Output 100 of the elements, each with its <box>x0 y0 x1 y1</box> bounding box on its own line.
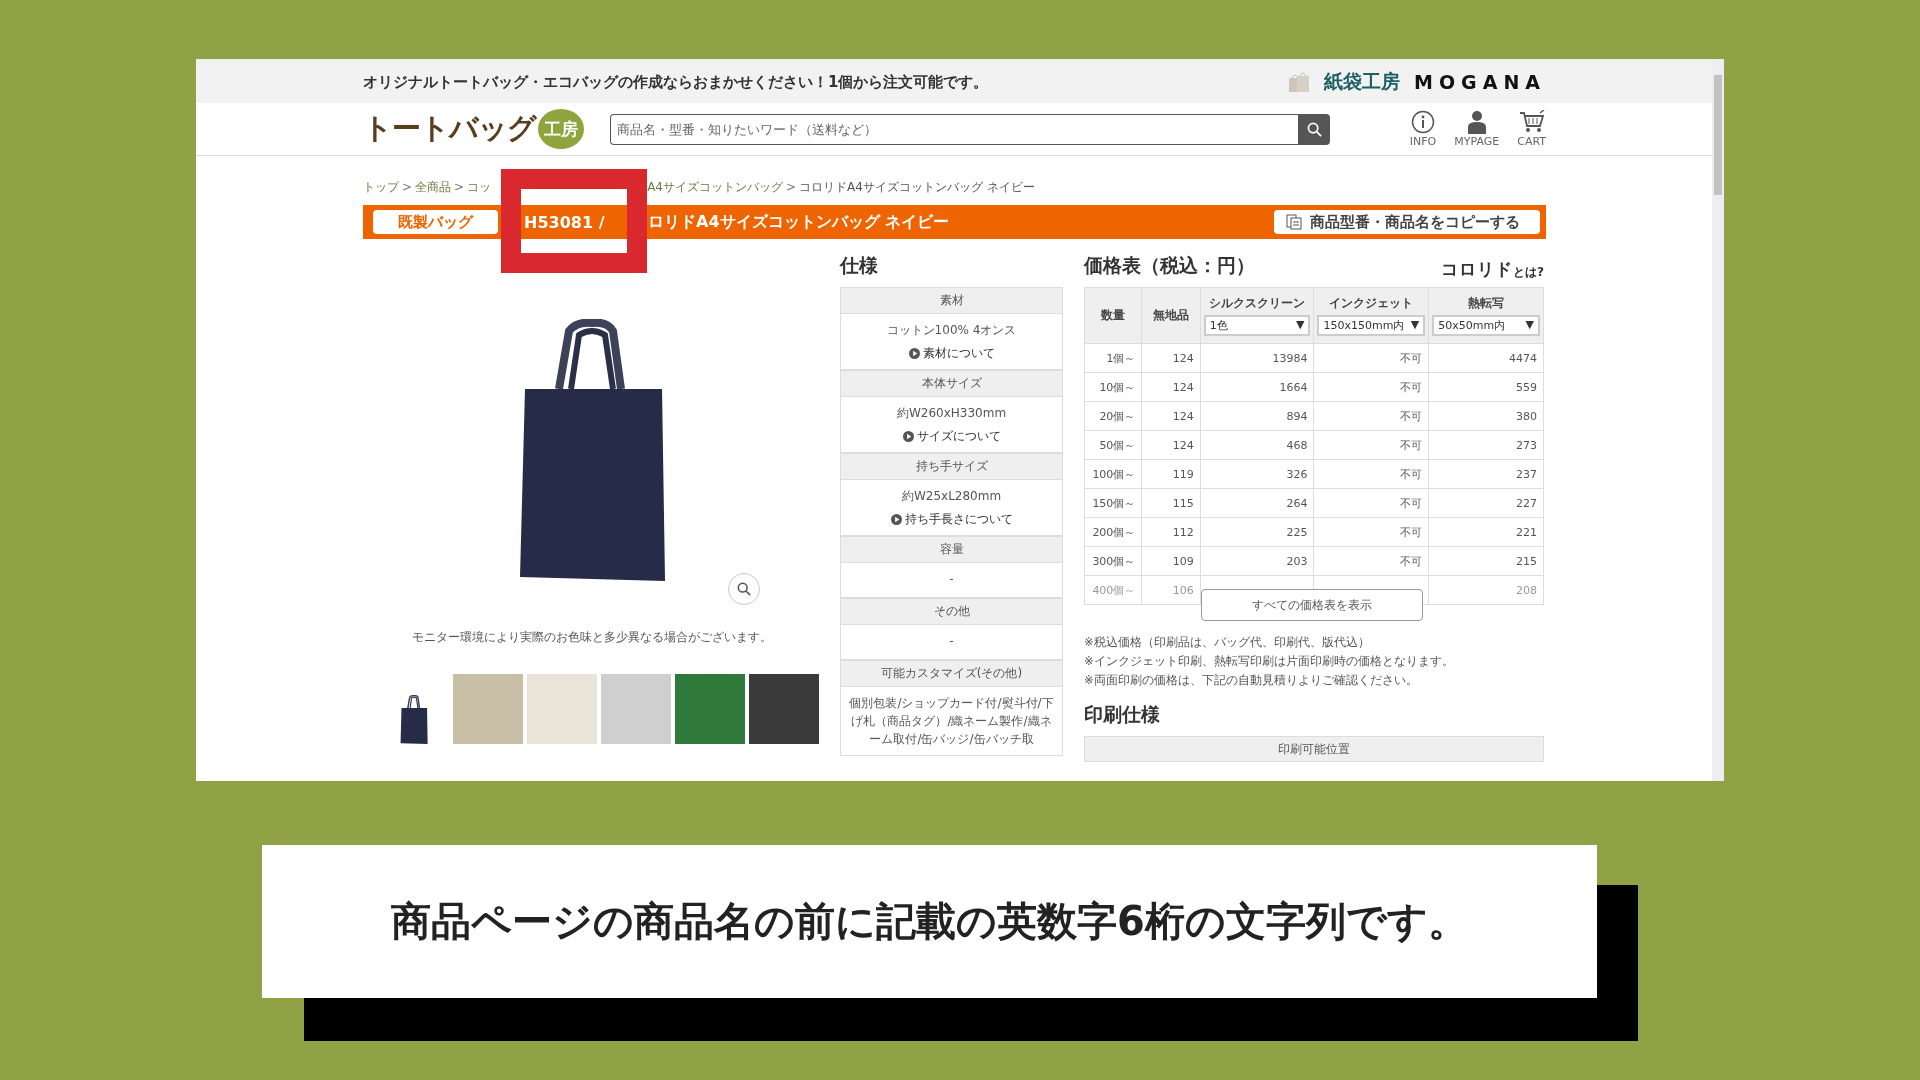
photo-placeholder[interactable] <box>674 674 745 744</box>
spec-label: 素材 <box>840 287 1063 314</box>
table-cell: 124 <box>1141 401 1201 431</box>
table-cell: 1個～ <box>1084 343 1142 373</box>
table-cell: 不可 <box>1314 459 1429 489</box>
shopping-bag-icon <box>1288 72 1311 92</box>
table-cell: 4474 <box>1428 343 1544 373</box>
nav-link[interactable]: CART <box>1517 110 1546 148</box>
nav-link[interactable]: MYPAGE <box>1454 110 1500 148</box>
search-button[interactable] <box>1298 113 1330 145</box>
breadcrumb-link[interactable]: A4サイズコットンバッグ <box>647 178 783 196</box>
section-title: 印刷仕様 <box>1084 702 1161 727</box>
price-note: ※両面印刷の価格は、下記の自動見積りよりご確認ください。 <box>1084 673 1419 688</box>
spec-value: - <box>949 571 954 588</box>
play-icon <box>908 348 920 359</box>
table-cell: 100個～ <box>1084 459 1142 489</box>
section-title: 仕様 <box>840 253 879 278</box>
table-cell: 115 <box>1141 488 1201 518</box>
table-cell: 215 <box>1428 546 1544 576</box>
table-cell: 400個～ <box>1084 575 1142 605</box>
play-icon <box>902 431 914 442</box>
table-cell: 559 <box>1428 372 1544 402</box>
table-cell: 264 <box>1200 488 1314 518</box>
table-cell: 208 <box>1428 575 1544 605</box>
spec-value: 約W260xH330mm <box>896 405 1007 422</box>
play-icon <box>890 514 902 525</box>
spec-link[interactable]: 持ち手長さについて <box>890 511 1013 528</box>
user-icon <box>1465 110 1488 134</box>
search-icon <box>1306 121 1322 137</box>
brand-logo[interactable]: MOGANA <box>1414 71 1546 93</box>
price-note: ※税込価格（印刷品は、バッグ代、印刷代、版代込） <box>1084 635 1371 650</box>
table-cell: 326 <box>1200 459 1314 489</box>
photo-placeholder[interactable] <box>526 674 597 744</box>
table-cell: 不可 <box>1314 372 1429 402</box>
copy-button[interactable]: 商品型番・商品名をコピーする <box>1274 210 1540 234</box>
breadcrumb-link[interactable]: トップ <box>363 178 399 196</box>
breadcrumb-separator: > <box>402 180 413 194</box>
table-cell: 不可 <box>1314 546 1429 576</box>
breadcrumb-separator: > <box>785 180 797 194</box>
spec-link[interactable]: サイズについて <box>902 428 1001 445</box>
brand-badge[interactable]: コロリド <box>1441 258 1514 281</box>
site-logo[interactable]: トートバッグ <box>363 109 536 149</box>
cart-icon <box>1518 110 1545 134</box>
search-icon <box>737 582 751 596</box>
size-dropdown[interactable]: 50x50mm内 ▼ <box>1432 315 1540 336</box>
breadcrumb-link[interactable]: コッ <box>467 178 492 196</box>
zoom-button[interactable] <box>728 573 760 605</box>
table-cell: 300個～ <box>1084 546 1142 576</box>
brand-logo[interactable]: 紙袋工房 <box>1324 69 1401 95</box>
scrollbar[interactable] <box>1712 59 1724 781</box>
table-cell: 468 <box>1200 430 1314 460</box>
table-cell: 10個～ <box>1084 372 1142 402</box>
table-cell: 124 <box>1141 430 1201 460</box>
table-cell: 不可 <box>1314 488 1429 518</box>
logo-badge: 工房 <box>538 109 584 149</box>
column-label: 数量 <box>1100 307 1127 324</box>
spec-value: 約W25xL280mm <box>901 488 1002 505</box>
table-cell: 119 <box>1141 459 1201 489</box>
photo-placeholder[interactable] <box>600 674 671 744</box>
photo-placeholder[interactable] <box>748 674 819 744</box>
product-name: ロリドA4サイズコットンバッグ ネイビー <box>648 211 950 233</box>
spec-label: 本体サイズ <box>840 370 1063 397</box>
table-cell: 894 <box>1200 401 1314 431</box>
spec-label: 印刷可能位置 <box>1084 736 1544 762</box>
breadcrumb-current[interactable]: コロリドA4サイズコットンバッグ ネイビー <box>799 178 1035 196</box>
table-cell: 200個～ <box>1084 517 1142 547</box>
table-cell: 13984 <box>1200 343 1314 373</box>
spec-label: 容量 <box>840 536 1063 563</box>
info-icon <box>1411 110 1436 134</box>
show-all-button[interactable]: すべての価格表を表示 <box>1201 589 1423 621</box>
brand-badge-suffix[interactable]: とは? <box>1513 264 1544 281</box>
tagline: オリジナルトートバッグ・エコバッグの作成ならおまかせください！1個から注文可能です。 <box>363 72 989 92</box>
table-cell: 380 <box>1428 401 1544 431</box>
table-cell: 225 <box>1200 517 1314 547</box>
spec-value: 個別包装/ショップカード付/熨斗付/下げ札（商品タグ）/織ネーム製作/織ネーム取付/缶バッジ/缶バッチ取 <box>848 695 1055 748</box>
category-label: 既製バッグ <box>373 210 498 234</box>
table-cell: 不可 <box>1314 343 1429 373</box>
spec-label: 可能カスタマイズ(その他) <box>840 660 1063 687</box>
table-cell: 1664 <box>1200 372 1314 402</box>
size-dropdown[interactable]: 1色 ▼ <box>1203 315 1311 336</box>
column-label: 無地品 <box>1152 307 1191 324</box>
table-cell: 20個～ <box>1084 401 1142 431</box>
price-note: ※インクジェット印刷、熱転写印刷は片面印刷時の価格となります。 <box>1084 654 1455 669</box>
column-label: シルクスクリーン <box>1208 295 1307 312</box>
search-field[interactable]: 商品名・型番・知りたいワード（送料など） <box>610 113 1298 145</box>
scrollbar-thumb[interactable] <box>1714 75 1722 195</box>
spec-label: 持ち手サイズ <box>840 453 1063 480</box>
section-title: 価格表（税込：円） <box>1084 253 1255 278</box>
spec-link[interactable]: 素材について <box>908 345 995 362</box>
spec-value: コットン100% 4オンス <box>886 322 1017 339</box>
column-label: インクジェット <box>1328 295 1415 312</box>
size-dropdown[interactable]: 150x150mm内 ▼ <box>1317 315 1426 336</box>
table-cell: 不可 <box>1314 517 1429 547</box>
spec-value: - <box>949 633 954 650</box>
nav-link[interactable]: INFO <box>1409 110 1437 148</box>
table-cell: 50個～ <box>1084 430 1142 460</box>
table-cell: 221 <box>1428 517 1544 547</box>
table-cell: 不可 <box>1314 430 1429 460</box>
breadcrumb-link[interactable]: 全商品 <box>415 178 452 196</box>
document-icon <box>1286 214 1302 230</box>
